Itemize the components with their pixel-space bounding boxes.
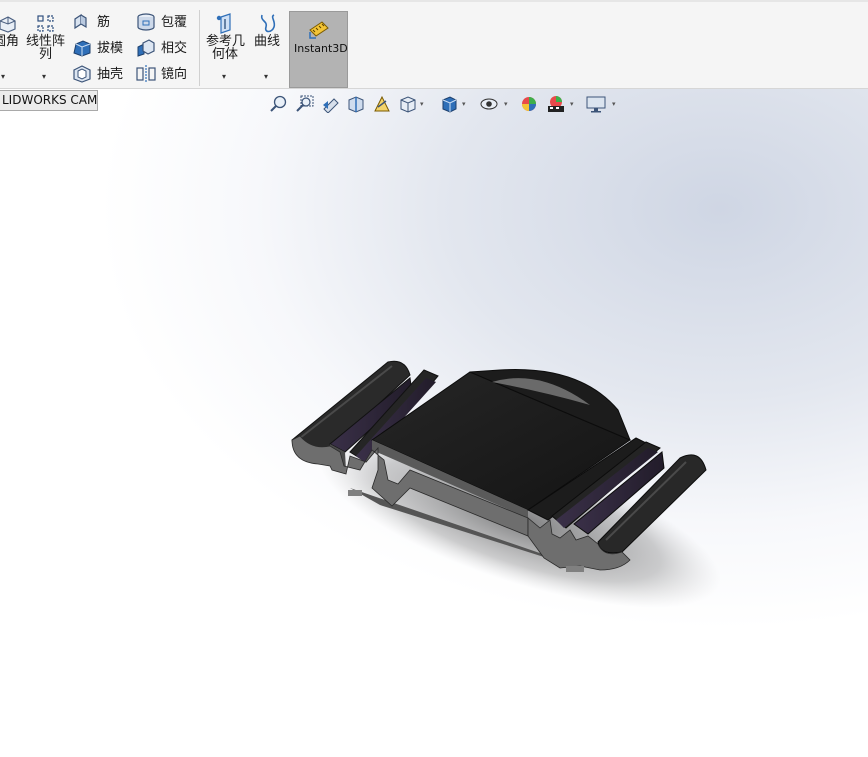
view-orientation-icon[interactable] (399, 95, 417, 113)
linear-pattern-icon (37, 15, 54, 32)
graphics-viewport[interactable] (0, 89, 868, 757)
section-view-icon[interactable] (347, 95, 365, 113)
reference-geometry-label-line2: 何体 (212, 47, 239, 62)
draft-label: 拔模 (97, 41, 124, 56)
mirror-button[interactable]: 镜向 (136, 65, 194, 85)
3d-model[interactable] (0, 89, 868, 757)
rib-icon (74, 13, 87, 30)
linear-pattern-button[interactable]: 线性阵 列 ▾ (24, 10, 68, 86)
wrap-button[interactable]: 包覆 (136, 13, 194, 33)
fillet-icon (0, 16, 16, 33)
curves-dropdown-caret[interactable]: ▾ (264, 70, 268, 84)
fillet-button[interactable]: 圆角 ▾ (0, 10, 20, 86)
display-style-caret[interactable]: ▾ (462, 100, 466, 108)
left-foot (348, 490, 362, 496)
rib-label: 筋 (97, 15, 111, 30)
draft-icon (73, 40, 91, 57)
reference-geometry-icon (216, 13, 231, 34)
curves-label: 曲线 (254, 34, 281, 49)
linear-pattern-label-line2: 列 (39, 47, 53, 62)
mirror-label: 镜向 (161, 67, 188, 82)
curves-button[interactable]: 曲线 ▾ (252, 10, 286, 86)
dynamic-annotation-icon[interactable] (373, 95, 391, 113)
shell-button[interactable]: 抽壳 (72, 65, 128, 85)
reference-geometry-button[interactable]: 参考几 何体 ▾ (204, 10, 248, 86)
hide-show-caret[interactable]: ▾ (504, 100, 508, 108)
ribbon-separator (199, 10, 200, 86)
apply-scene-icon[interactable] (546, 95, 566, 113)
display-style-icon[interactable] (440, 95, 458, 113)
right-foot (566, 566, 584, 572)
reference-geometry-dropdown-caret[interactable]: ▾ (222, 70, 226, 84)
rib-button[interactable]: 筋 (72, 13, 128, 33)
previous-view-icon[interactable] (322, 95, 340, 113)
curves-icon (260, 14, 276, 33)
instant3d-label: Instant3D (294, 42, 348, 55)
zoom-to-area-icon[interactable] (296, 95, 314, 113)
view-orientation-caret[interactable]: ▾ (420, 100, 424, 108)
wrap-icon (137, 13, 155, 31)
heads-up-view-toolbar: ▾ ▾ ▾ ▾ ▾ (270, 95, 620, 115)
edit-appearance-icon[interactable] (520, 95, 538, 113)
instant3d-icon (309, 21, 329, 39)
mirror-icon (136, 65, 156, 83)
linear-pattern-dropdown-caret[interactable]: ▾ (42, 70, 46, 84)
command-ribbon: 圆角 ▾ 线性阵 列 ▾ 筋 拔模 抽壳 (0, 0, 868, 89)
intersect-button[interactable]: 相交 (136, 39, 194, 59)
fillet-label: 圆角 (0, 34, 20, 49)
fillet-dropdown-caret[interactable]: ▾ (1, 70, 5, 84)
tab-solidworks-cam[interactable]: LIDWORKS CAM (0, 90, 98, 111)
instant3d-button[interactable]: Instant3D (289, 11, 348, 88)
zoom-to-fit-icon[interactable] (270, 95, 288, 113)
shell-label: 抽壳 (97, 67, 124, 82)
view-settings-icon[interactable] (586, 95, 606, 113)
intersect-icon (137, 39, 155, 57)
apply-scene-caret[interactable]: ▾ (570, 100, 574, 108)
draft-button[interactable]: 拔模 (72, 39, 128, 59)
view-settings-caret[interactable]: ▾ (612, 100, 616, 108)
shell-icon (73, 65, 91, 83)
wrap-label: 包覆 (161, 15, 188, 30)
intersect-label: 相交 (161, 41, 188, 56)
hide-show-items-icon[interactable] (480, 95, 498, 113)
